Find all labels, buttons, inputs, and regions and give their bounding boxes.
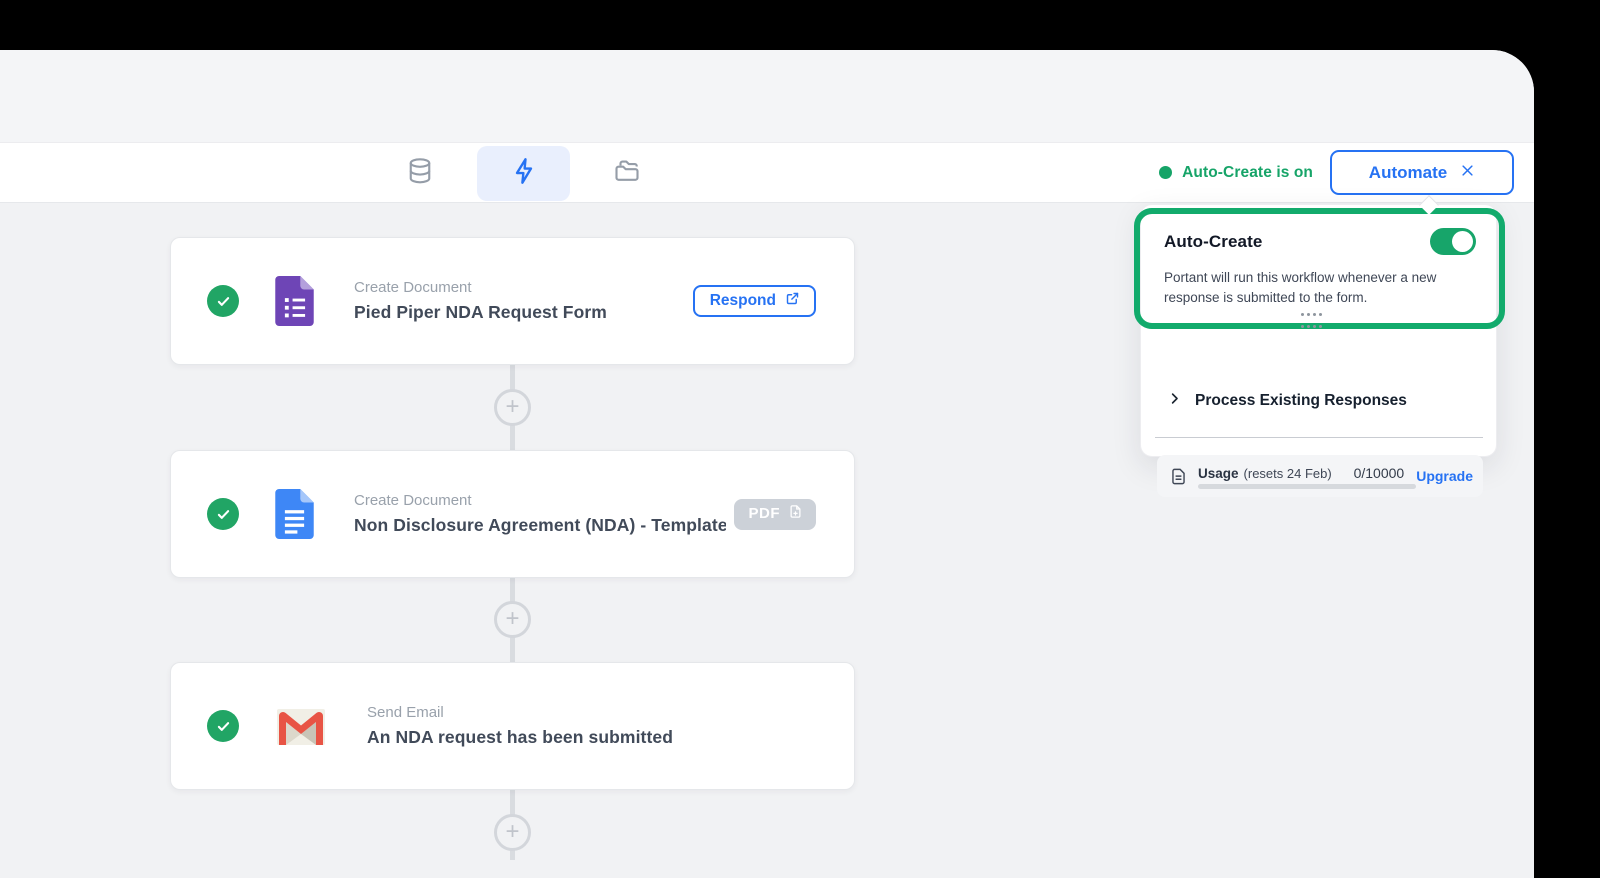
process-existing-responses[interactable]: Process Existing Responses [1167, 391, 1407, 411]
pdf-output-badge[interactable]: PDF [733, 498, 816, 530]
step-title: Non Disclosure Agreement (NDA) - Templat… [354, 515, 726, 535]
usage-count: 0/10000 [1353, 465, 1405, 481]
divider [1155, 437, 1483, 438]
step-complete-check-icon [207, 498, 239, 530]
file-plus-icon [788, 504, 803, 523]
close-icon[interactable] [1460, 163, 1475, 183]
database-icon [405, 156, 435, 191]
document-icon [1169, 467, 1188, 486]
usage-resets-note: (resets 24 Feb) [1243, 465, 1332, 481]
workflow-step-email[interactable]: Send Email An NDA request has been submi… [170, 662, 855, 790]
auto-create-description: Portant will run this workflow whenever … [1164, 270, 1437, 305]
respond-button[interactable]: Respond [692, 285, 816, 317]
auto-create-status: Auto-Create is on [1159, 164, 1313, 182]
add-step-button[interactable] [494, 814, 531, 851]
auto-create-title: Auto-Create [1164, 231, 1263, 251]
tab-automation[interactable] [477, 146, 570, 201]
step-type-label: Create Document [354, 279, 472, 296]
automate-button-label: Automate [1368, 162, 1448, 182]
auto-create-toggle[interactable] [1430, 228, 1476, 255]
folder-icon [612, 156, 642, 191]
respond-button-label: Respond [709, 291, 776, 309]
step-type-label: Send Email [367, 704, 444, 721]
tab-source-data[interactable] [397, 151, 443, 196]
step-complete-check-icon [207, 285, 239, 317]
status-label: Auto-Create is on [1182, 163, 1313, 181]
toggle-knob [1452, 231, 1473, 252]
app-window: Auto-Create is on Automate + + + Create … [0, 50, 1534, 878]
step-complete-check-icon [207, 710, 239, 742]
workflow-step-document[interactable]: Create Document Non Disclosure Agreement… [170, 450, 855, 578]
tab-output-folder[interactable] [604, 151, 650, 196]
google-docs-icon [275, 489, 314, 539]
upgrade-link[interactable]: Upgrade [1416, 468, 1473, 484]
chevron-right-icon [1167, 391, 1182, 411]
process-existing-label: Process Existing Responses [1195, 392, 1407, 409]
workflow-step-form[interactable]: Create Document Pied Piper NDA Request F… [170, 237, 855, 365]
workflow-toolbar: Auto-Create is on Automate [0, 142, 1534, 203]
add-step-button[interactable] [494, 389, 531, 426]
step-title: Pied Piper NDA Request Form [354, 302, 607, 322]
usage-meter: Usage (resets 24 Feb) 0/10000 Upgrade [1157, 455, 1483, 497]
automate-button[interactable]: Automate [1330, 150, 1514, 195]
external-link-icon [785, 291, 800, 311]
usage-label: Usage [1198, 465, 1239, 481]
step-type-label: Create Document [354, 492, 472, 509]
gmail-icon [275, 706, 327, 746]
app-header-strip [0, 50, 1534, 142]
step-title: An NDA request has been submitted [367, 727, 674, 747]
lightning-icon [509, 156, 539, 191]
automate-popover: Auto-Create Portant will run this workfl… [1134, 195, 1505, 497]
pdf-badge-label: PDF [748, 505, 780, 522]
usage-progress-bar [1198, 484, 1416, 489]
drag-handle-dots [1301, 313, 1322, 337]
add-step-button[interactable] [494, 601, 531, 638]
status-dot-icon [1159, 166, 1173, 179]
google-forms-icon [275, 276, 314, 326]
